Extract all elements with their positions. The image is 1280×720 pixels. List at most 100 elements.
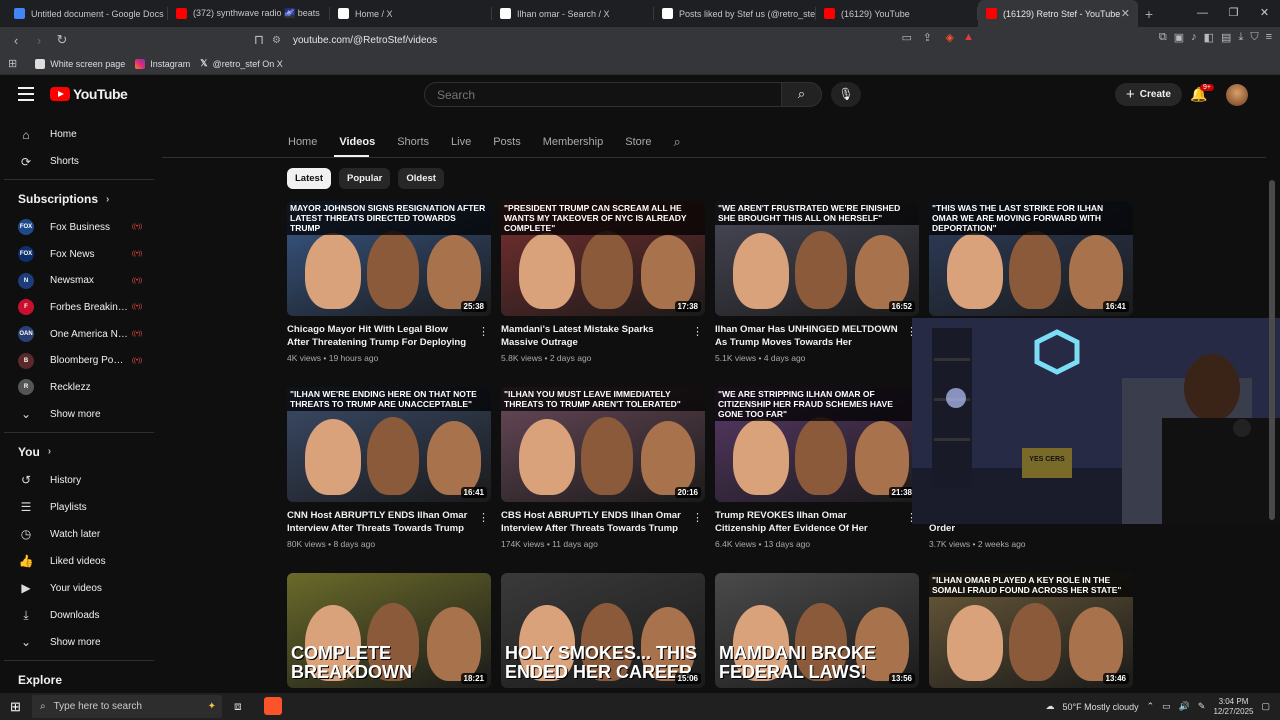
voice-search-button[interactable]: 🎙 bbox=[831, 82, 861, 107]
tab-close-icon[interactable]: ✕ bbox=[1121, 7, 1130, 20]
extensions-icon[interactable]: ⧉ bbox=[1159, 31, 1167, 44]
network-icon[interactable]: ▭ bbox=[1162, 701, 1171, 712]
site-info-icon[interactable]: ⚙ bbox=[272, 35, 281, 46]
video-card[interactable]: "Ilhan you must leave immediately threat… bbox=[501, 387, 705, 549]
clock[interactable]: 3:04 PM 12/27/2025 bbox=[1213, 697, 1253, 717]
minimize-icon[interactable]: — bbox=[1187, 0, 1218, 27]
sidebar-item-shorts[interactable]: ⟳ Shorts bbox=[0, 148, 160, 175]
video-title[interactable]: Trump REVOKES Ilhan Omar Citizenship Aft… bbox=[715, 509, 899, 535]
page-scrollbar[interactable] bbox=[1268, 160, 1276, 690]
subscription-item[interactable]: FOX Fox Business ((•)) bbox=[0, 214, 160, 241]
weather-text[interactable]: 50°F Mostly cloudy bbox=[1062, 702, 1138, 712]
apps-icon[interactable]: ⊞ bbox=[8, 57, 17, 70]
sidebar-item-home[interactable]: ⌂ Home bbox=[0, 121, 160, 148]
video-card[interactable]: "This was the last strike for Ilhan Omar… bbox=[929, 201, 1133, 316]
music-icon[interactable]: ♪ bbox=[1191, 31, 1197, 44]
chip-popular[interactable]: Popular bbox=[338, 168, 391, 189]
close-window-icon[interactable]: ✕ bbox=[1249, 0, 1280, 27]
pen-icon[interactable]: ✎ bbox=[1198, 701, 1206, 712]
chip-latest[interactable]: Latest bbox=[287, 168, 331, 189]
channel-search-icon[interactable]: ⌕ bbox=[674, 134, 681, 150]
video-title[interactable]: Chicago Mayor Hit With Legal Blow After … bbox=[287, 323, 471, 349]
browser-tab[interactable]: Untitled document - Google Docs bbox=[6, 0, 168, 27]
sidebar-item-playlists[interactable]: ☰ Playlists bbox=[0, 494, 160, 521]
tab-membership[interactable]: Membership bbox=[543, 136, 604, 148]
video-title[interactable]: CNN Host ABRUPTLY ENDS Ilhan Omar Interv… bbox=[287, 509, 471, 535]
show-more-subscriptions[interactable]: ⌄ Show more bbox=[0, 401, 160, 428]
tab-videos[interactable]: Videos bbox=[339, 136, 375, 148]
youtube-logo[interactable]: YouTube bbox=[50, 86, 128, 102]
tray-chevron-icon[interactable]: ⌃ bbox=[1147, 701, 1155, 712]
browser-tab[interactable]: (16129) Retro Stef - YouTube ✕ bbox=[978, 0, 1138, 27]
more-actions-icon[interactable]: ⋮ bbox=[478, 325, 489, 338]
tab-shorts[interactable]: Shorts bbox=[397, 136, 429, 148]
taskbar-search[interactable]: ⌕ Type here to search ✦ bbox=[32, 695, 222, 718]
tab-home[interactable]: Home bbox=[288, 136, 317, 148]
video-thumbnail[interactable]: Mayor Johnson signs resignation after la… bbox=[287, 201, 491, 316]
account-avatar[interactable] bbox=[1226, 84, 1248, 106]
video-thumbnail[interactable]: "We are stripping Ilhan Omar of citizens… bbox=[715, 387, 919, 502]
create-button[interactable]: + Create bbox=[1115, 83, 1182, 106]
chip-oldest[interactable]: Oldest bbox=[398, 168, 444, 189]
sidebar-item-watch-later[interactable]: ◷ Watch later bbox=[0, 521, 160, 548]
video-card[interactable]: "We are stripping Ilhan Omar of citizens… bbox=[715, 387, 919, 549]
forward-icon[interactable]: › bbox=[29, 33, 49, 48]
new-tab-icon[interactable]: + bbox=[1138, 6, 1160, 22]
video-thumbnail[interactable]: "We aren't frustrated we're finished she… bbox=[715, 201, 919, 316]
video-thumbnail[interactable]: "President Trump can scream all he wants… bbox=[501, 201, 705, 316]
video-card[interactable]: HOLY SMOKES... THIS ENDED HER CAREER 15:0… bbox=[501, 573, 705, 688]
video-card[interactable]: MAMDANI BROKE FEDERAL LAWS! 13:56 bbox=[715, 573, 919, 688]
maximize-icon[interactable]: ❐ bbox=[1218, 0, 1249, 27]
wallet-icon[interactable]: ▤ bbox=[1221, 31, 1231, 44]
sidebar-item-your-videos[interactable]: ▶ Your videos bbox=[0, 575, 160, 602]
sidebar-icon[interactable]: ▣ bbox=[1174, 31, 1184, 44]
tab-store[interactable]: Store bbox=[625, 136, 651, 148]
scrollbar-thumb[interactable] bbox=[1269, 180, 1275, 520]
notifications-icon[interactable]: ▢ bbox=[1261, 701, 1270, 712]
vpn-icon[interactable]: ⛉ bbox=[1250, 31, 1258, 44]
video-thumbnail[interactable]: HOLY SMOKES... THIS ENDED HER CAREER 15:0… bbox=[501, 573, 705, 688]
video-thumbnail[interactable]: "Ilhan you must leave immediately threat… bbox=[501, 387, 705, 502]
brave-shield-icon[interactable]: ◈ bbox=[946, 31, 954, 44]
browser-tab[interactable]: (372) synthwave radio 🌌 beats bbox=[168, 0, 330, 27]
sidebar-item-liked-videos[interactable]: 👍 Liked videos bbox=[0, 548, 160, 575]
task-view-icon[interactable]: ⧈ bbox=[234, 699, 242, 714]
video-title[interactable]: CBS Host ABRUPTLY ENDS Ilhan Omar Interv… bbox=[501, 509, 685, 535]
share-icon[interactable]: ⇪ bbox=[923, 31, 932, 44]
subscription-item[interactable]: FOX Fox News ((•)) bbox=[0, 241, 160, 268]
screen-icon[interactable]: ▭ bbox=[902, 31, 912, 44]
bookmark-white-screen[interactable]: White screen page bbox=[35, 58, 125, 69]
back-icon[interactable]: ‹ bbox=[6, 33, 26, 48]
search-button[interactable]: ⌕ bbox=[781, 82, 822, 107]
video-thumbnail[interactable]: "Ilhan we're ending here on that note th… bbox=[287, 387, 491, 502]
video-thumbnail[interactable]: COMPLETE BREAKDOWN 18:21 bbox=[287, 573, 491, 688]
sidebar-item-history[interactable]: ↺ History bbox=[0, 467, 160, 494]
brave-taskbar-icon[interactable] bbox=[264, 697, 282, 715]
more-actions-icon[interactable]: ⋮ bbox=[692, 511, 703, 524]
sidebar-item-show-more[interactable]: ⌄ Show more bbox=[0, 629, 160, 656]
search-input[interactable] bbox=[437, 87, 781, 102]
subscription-item[interactable]: N Newsmax ((•)) bbox=[0, 267, 160, 294]
video-title[interactable]: Ilhan Omar Has UNHINGED MELTDOWN As Trum… bbox=[715, 323, 899, 349]
video-thumbnail[interactable]: MAMDANI BROKE FEDERAL LAWS! 13:56 bbox=[715, 573, 919, 688]
windows-start-icon[interactable]: ⊞ bbox=[10, 699, 21, 715]
subscriptions-heading[interactable]: Subscriptions › bbox=[0, 184, 160, 214]
browser-menu-icon[interactable]: ≡ bbox=[1266, 31, 1272, 44]
more-actions-icon[interactable]: ⋮ bbox=[692, 325, 703, 338]
you-heading[interactable]: You › bbox=[0, 437, 160, 467]
browser-tab[interactable]: Posts liked by Stef us (@retro_stef) / bbox=[654, 0, 816, 27]
video-card[interactable]: COMPLETE BREAKDOWN 18:21 bbox=[287, 573, 491, 688]
browser-tab[interactable]: Ilhan omar - Search / X bbox=[492, 0, 654, 27]
sidebar-item-downloads[interactable]: ⤓ Downloads bbox=[0, 602, 160, 629]
bookmark-icon[interactable]: ⊓ bbox=[249, 32, 269, 48]
bookmark-x[interactable]: 𝕏 @retro_stef On X bbox=[200, 58, 282, 69]
video-thumbnail[interactable]: "This was the last strike for Ilhan Omar… bbox=[929, 201, 1133, 316]
tab-live[interactable]: Live bbox=[451, 136, 471, 148]
bookmark-instagram[interactable]: Instagram bbox=[135, 58, 190, 69]
volume-icon[interactable]: 🔊 bbox=[1179, 701, 1190, 712]
video-card[interactable]: "President Trump can scream all he wants… bbox=[501, 201, 705, 363]
video-card[interactable]: "Ilhan we're ending here on that note th… bbox=[287, 387, 491, 549]
video-card[interactable]: "Ilhan Omar played a key role in the Som… bbox=[929, 573, 1133, 688]
rewards-icon[interactable]: ▲ bbox=[963, 31, 974, 43]
more-actions-icon[interactable]: ⋮ bbox=[478, 511, 489, 524]
